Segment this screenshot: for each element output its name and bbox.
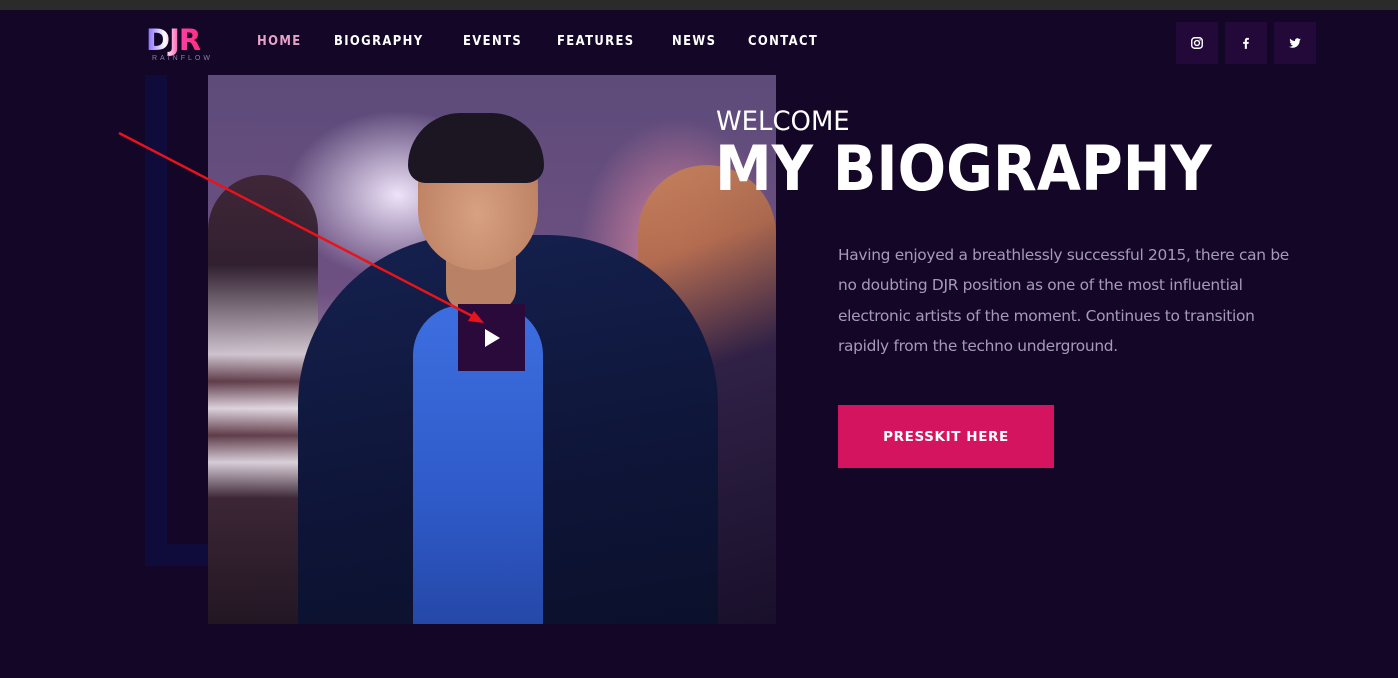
nav-item-features[interactable]: FEATURES — [557, 33, 635, 49]
logo-mark: DJR — [146, 23, 201, 57]
presskit-button[interactable]: PRESSKIT HERE — [838, 405, 1054, 468]
window-top-strip — [0, 0, 1398, 10]
nav-item-news[interactable]: NEWS — [672, 33, 716, 49]
main-nav: HOME BIOGRAPHY EVENTS FEATURES NEWS CONT… — [257, 33, 855, 49]
nav-item-biography[interactable]: BIOGRAPHY — [334, 33, 424, 49]
nav-item-events[interactable]: EVENTS — [463, 33, 522, 49]
twitter-button[interactable] — [1274, 22, 1316, 64]
logo[interactable]: DJR RAINFLOW — [146, 24, 224, 68]
instagram-button[interactable] — [1176, 22, 1218, 64]
play-icon — [484, 328, 500, 347]
nav-item-contact[interactable]: CONTACT — [748, 33, 818, 49]
page-title: MY BIOGRAPHY — [715, 132, 1212, 205]
play-video-button[interactable] — [458, 304, 525, 371]
bio-paragraph: Having enjoyed a breathlessly successful… — [838, 246, 1289, 355]
facebook-button[interactable] — [1225, 22, 1267, 64]
photo-figure-hair — [408, 113, 544, 183]
facebook-icon — [1243, 37, 1249, 49]
logo-subtitle: RAINFLOW — [152, 55, 213, 62]
nav-item-home[interactable]: HOME — [257, 33, 302, 49]
site-header: DJR RAINFLOW HOME BIOGRAPHY EVENTS FEATU… — [0, 10, 1398, 75]
instagram-icon — [1191, 37, 1203, 49]
twitter-icon — [1289, 38, 1301, 48]
